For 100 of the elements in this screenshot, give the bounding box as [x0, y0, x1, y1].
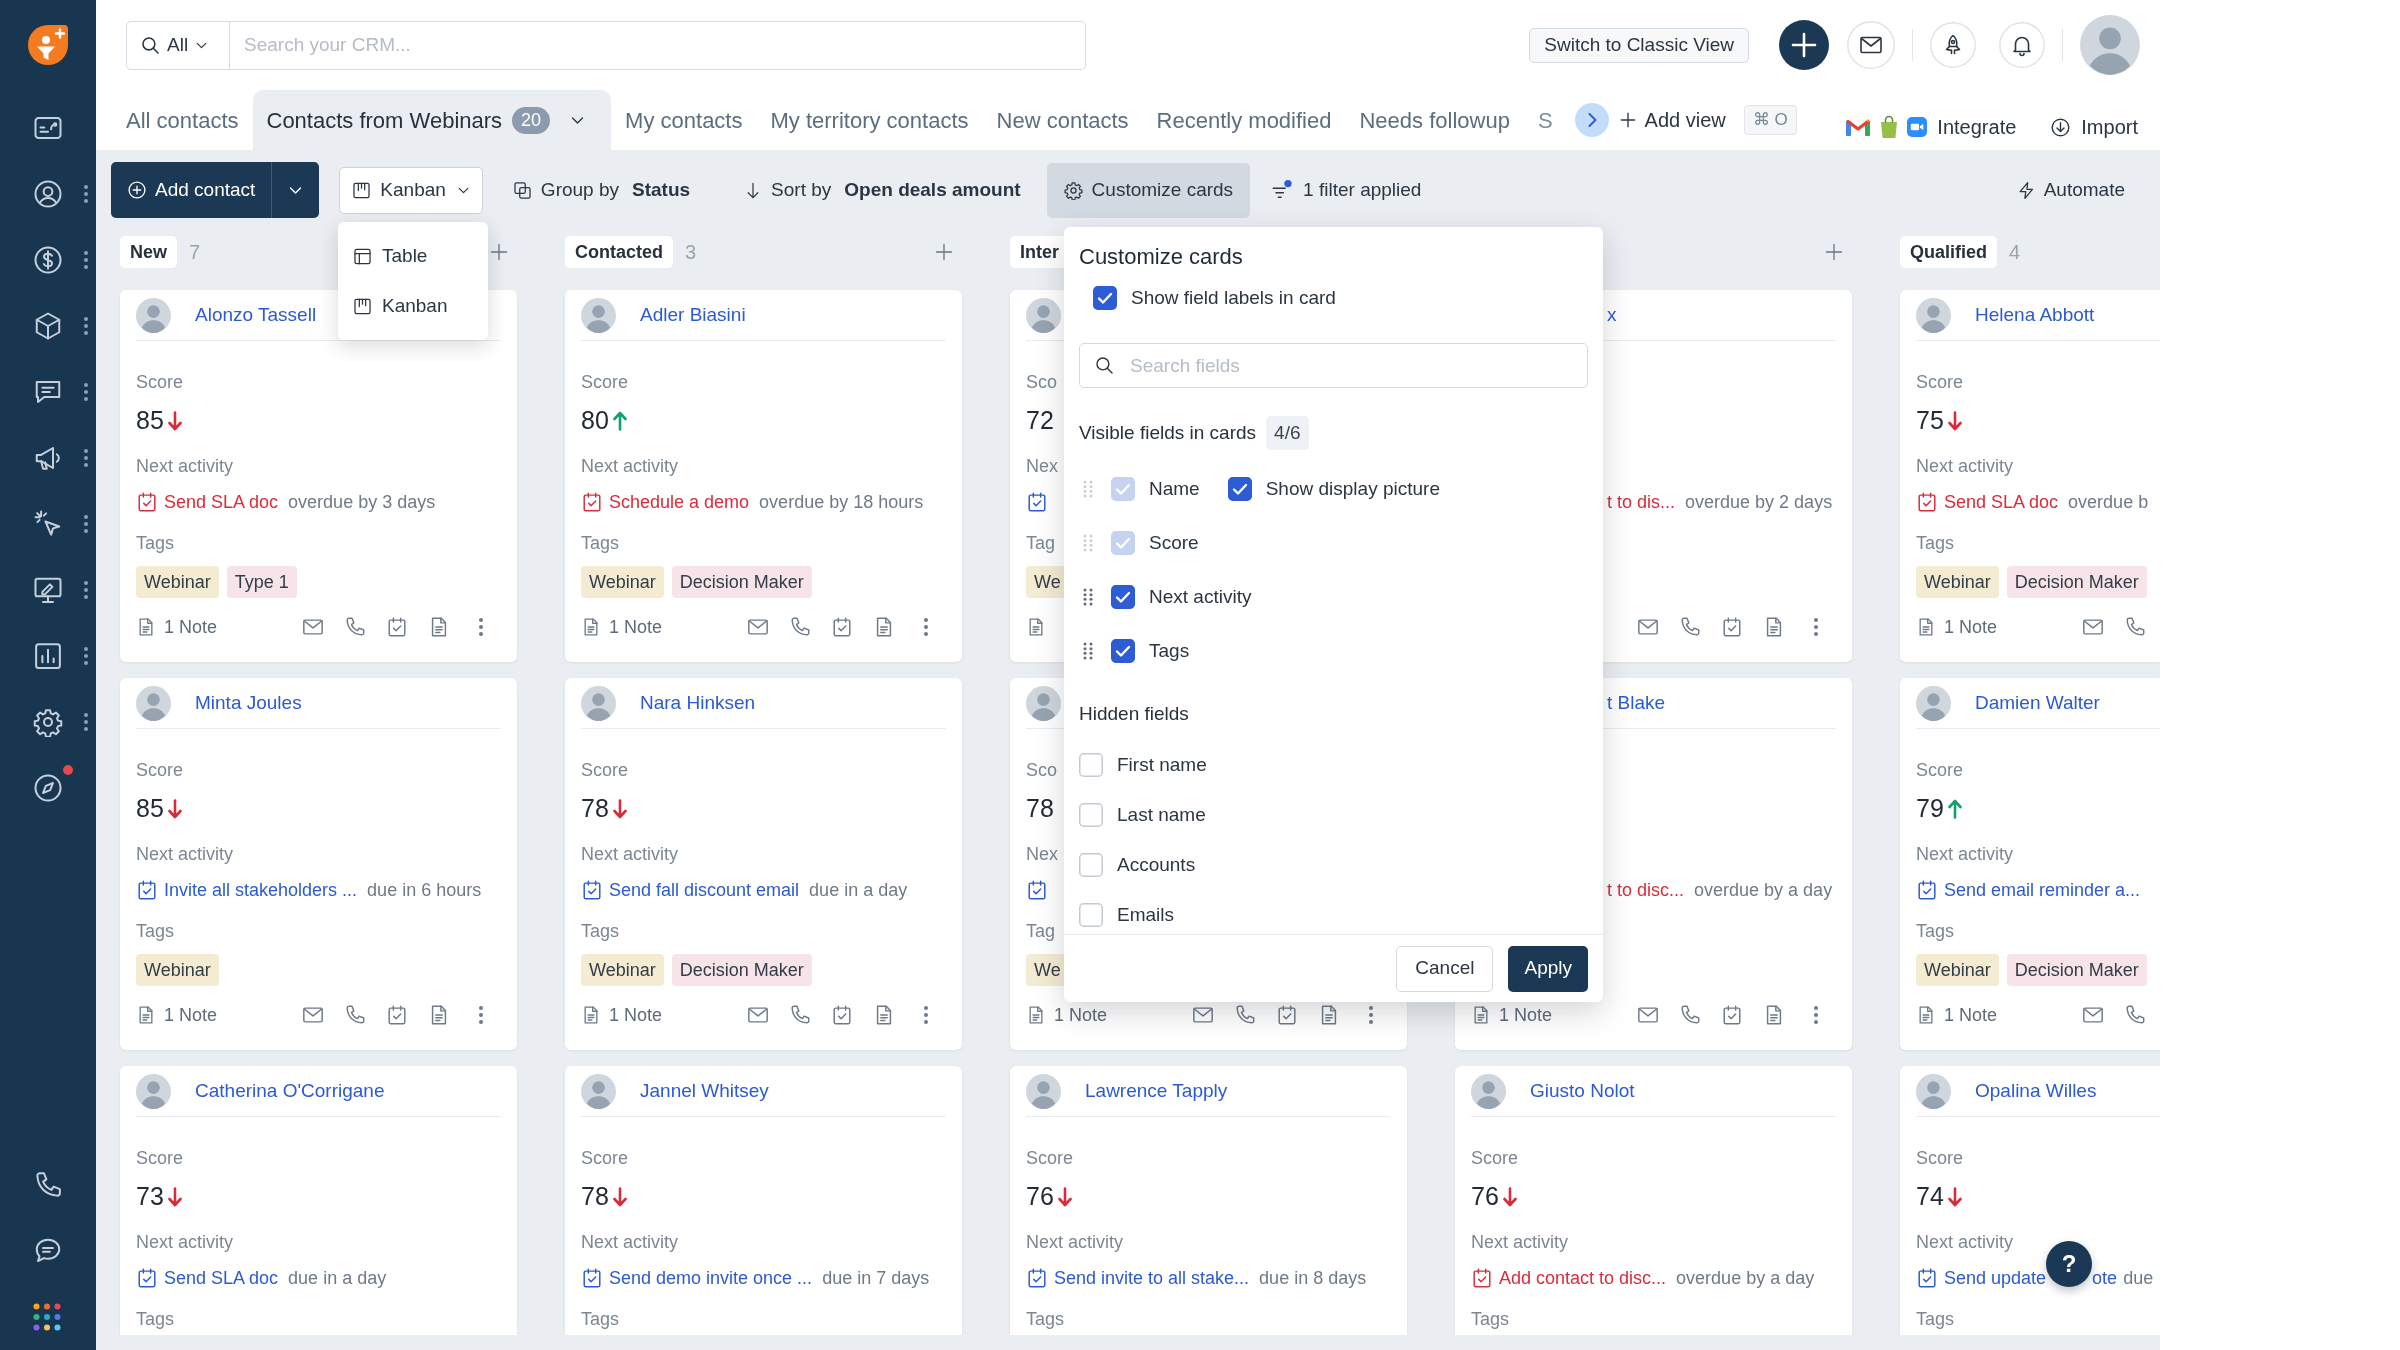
- bell-icon[interactable]: [1999, 22, 2045, 68]
- view-tab[interactable]: Needs followup: [1345, 90, 1524, 150]
- mail-icon[interactable]: [1847, 21, 1895, 69]
- phone-icon[interactable]: [1679, 1004, 1701, 1026]
- contact-name-link[interactable]: Jannel Whitsey: [640, 1076, 769, 1106]
- view-tab[interactable]: My territory contacts: [756, 90, 983, 150]
- calendar-check-icon[interactable]: [136, 491, 158, 513]
- contact-name-link[interactable]: Alonzo Tassell: [195, 300, 317, 330]
- automate-button[interactable]: Automate: [2016, 175, 2125, 205]
- phone-icon[interactable]: [2124, 616, 2146, 638]
- calendar-check-icon[interactable]: [1276, 1004, 1298, 1026]
- rocket-icon[interactable]: [1930, 22, 1976, 68]
- add-view-button[interactable]: Add view: [1618, 105, 1726, 135]
- view-dropdown[interactable]: Kanban: [339, 166, 483, 214]
- contact-name-link[interactable]: Helena Abbott: [1975, 300, 2095, 330]
- view-tab[interactable]: Contacts from Webinars 20: [252, 90, 612, 150]
- kebab-menu-icon[interactable]: [83, 580, 89, 600]
- contact-name-link[interactable]: Giusto Nolot: [1530, 1076, 1635, 1106]
- contact-name-link[interactable]: x: [1607, 300, 1617, 330]
- activity-link[interactable]: t to disc...: [1607, 876, 1685, 904]
- more-icon[interactable]: [478, 1005, 484, 1025]
- activity-link[interactable]: Send invite to all stake...: [1054, 1264, 1250, 1292]
- contact-name-link[interactable]: Opalina Willes: [1975, 1076, 2097, 1106]
- calendar-check-icon[interactable]: [1026, 1267, 1048, 1289]
- logo-icon[interactable]: [26, 23, 70, 67]
- checkbox[interactable]: [1111, 639, 1135, 663]
- kebab-menu-icon[interactable]: [83, 646, 89, 666]
- apps-grid-icon[interactable]: [33, 1303, 61, 1331]
- calendar-check-icon[interactable]: [1026, 879, 1048, 901]
- activity-link[interactable]: Send email reminder a...: [1944, 876, 2141, 904]
- more-icon[interactable]: [1813, 617, 1819, 637]
- calendar-check-icon[interactable]: [1471, 1267, 1493, 1289]
- contact-name-link[interactable]: Lawrence Tapply: [1085, 1076, 1228, 1106]
- phone-icon[interactable]: [344, 1004, 366, 1026]
- kebab-menu-icon[interactable]: [83, 250, 89, 270]
- phone-icon[interactable]: [33, 1170, 63, 1200]
- checkbox[interactable]: [1111, 585, 1135, 609]
- activity-link[interactable]: Add contact to disc...: [1499, 1264, 1667, 1292]
- calendar-check-icon[interactable]: [386, 616, 408, 638]
- phone-icon[interactable]: [1234, 1004, 1256, 1026]
- more-icon[interactable]: [1368, 1005, 1374, 1025]
- search-fields-input[interactable]: Search fields: [1079, 343, 1588, 388]
- activity-link[interactable]: Send demo invite once ...: [609, 1264, 813, 1292]
- view-tab[interactable]: S: [1523, 90, 1567, 150]
- activity-link[interactable]: Invite all stakeholders ...: [164, 876, 358, 904]
- calendar-check-icon[interactable]: [136, 879, 158, 901]
- sort-by-button[interactable]: Sort by Open deals amount: [744, 175, 1021, 205]
- phone-icon[interactable]: [789, 1004, 811, 1026]
- checkbox[interactable]: [1093, 286, 1117, 310]
- menu-item[interactable]: Kanban: [338, 281, 488, 331]
- drag-handle-icon[interactable]: [1083, 642, 1093, 660]
- kebab-menu-icon[interactable]: [83, 514, 89, 534]
- add-contact-button[interactable]: Add contact: [111, 162, 272, 218]
- more-icon[interactable]: [923, 1005, 929, 1025]
- filter-button[interactable]: 1 filter applied: [1271, 175, 1422, 205]
- kebab-menu-icon[interactable]: [83, 448, 89, 468]
- more-icon[interactable]: [923, 617, 929, 637]
- calendar-check-icon[interactable]: [1916, 1267, 1938, 1289]
- classic-view-button[interactable]: Switch to Classic View: [1529, 27, 1749, 63]
- more-icon[interactable]: [1813, 1005, 1819, 1025]
- contact-name-link[interactable]: Damien Walter: [1975, 688, 2100, 718]
- phone-icon[interactable]: [789, 616, 811, 638]
- calendar-check-icon[interactable]: [831, 616, 853, 638]
- kebab-menu-icon[interactable]: [83, 316, 89, 336]
- calendar-check-icon[interactable]: [831, 1004, 853, 1026]
- more-icon[interactable]: [478, 617, 484, 637]
- calendar-check-icon[interactable]: [1916, 491, 1938, 513]
- help-button[interactable]: ?: [2046, 1241, 2093, 1287]
- view-tab[interactable]: New contacts: [982, 90, 1143, 150]
- import-button[interactable]: Import: [2050, 112, 2138, 142]
- phone-icon[interactable]: [1679, 616, 1701, 638]
- view-tab[interactable]: My contacts: [611, 90, 757, 150]
- cancel-button[interactable]: Cancel: [1396, 945, 1494, 992]
- calendar-check-icon[interactable]: [581, 1267, 603, 1289]
- calendar-check-icon[interactable]: [136, 1267, 158, 1289]
- activity-link[interactable]: ote: [2092, 1264, 2118, 1292]
- search-field[interactable]: Search your CRM...: [230, 20, 1086, 70]
- integrate-button[interactable]: Integrate: [1845, 112, 2017, 142]
- phone-icon[interactable]: [344, 616, 366, 638]
- drag-handle-icon[interactable]: [1083, 588, 1093, 606]
- activity-link[interactable]: t to dis...: [1607, 488, 1676, 516]
- view-tab[interactable]: All contacts: [112, 90, 253, 150]
- activity-link[interactable]: Send fall discount email: [609, 876, 800, 904]
- menu-item[interactable]: Table: [338, 231, 488, 281]
- chevron-right-icon[interactable]: [1574, 103, 1609, 137]
- calendar-check-icon[interactable]: [386, 1004, 408, 1026]
- calendar-check-icon[interactable]: [1026, 491, 1048, 513]
- calendar-check-icon[interactable]: [1721, 616, 1743, 638]
- contact-name-link[interactable]: Catherina O'Corrigane: [195, 1076, 385, 1106]
- calendar-check-icon[interactable]: [581, 491, 603, 513]
- activity-link[interactable]: Send SLA doc: [1944, 488, 2059, 516]
- calendar-check-icon[interactable]: [1916, 879, 1938, 901]
- kebab-menu-icon[interactable]: [83, 382, 89, 402]
- plus-icon[interactable]: [1779, 20, 1829, 70]
- view-tab[interactable]: Recently modified: [1142, 90, 1346, 150]
- apply-button[interactable]: Apply: [1508, 945, 1588, 992]
- contact-name-link[interactable]: Minta Joules: [195, 688, 302, 718]
- kebab-menu-icon[interactable]: [83, 712, 89, 732]
- search-scope-dropdown[interactable]: All: [126, 20, 230, 70]
- activity-link[interactable]: Send SLA doc: [164, 488, 279, 516]
